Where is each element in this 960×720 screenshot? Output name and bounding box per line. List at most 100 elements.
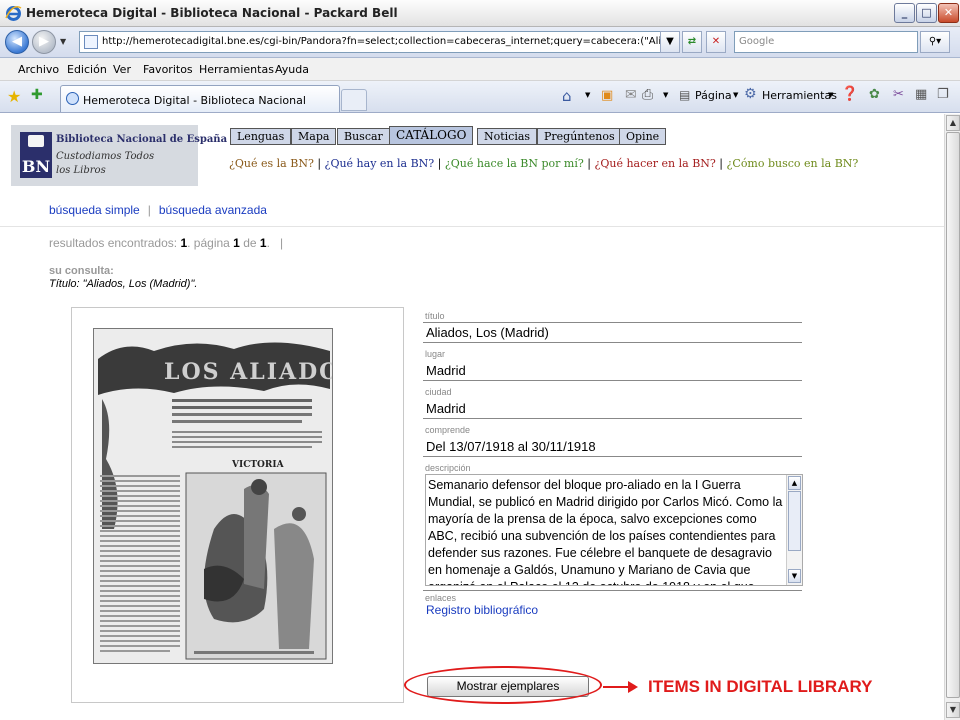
question-que-hacer[interactable]: ¿Qué hacer en la BN? bbox=[594, 157, 715, 170]
nav-opine[interactable]: Opine bbox=[619, 128, 667, 145]
question-que-es[interactable]: ¿Qué es la BN? bbox=[229, 157, 314, 170]
page-dropdown-icon[interactable]: ▼ bbox=[733, 91, 738, 99]
notes-icon[interactable]: ▦ bbox=[915, 87, 927, 102]
stop-icon[interactable]: ✕ bbox=[706, 31, 726, 53]
window-title-bar: Hemeroteca Digital - Biblioteca Nacional… bbox=[0, 0, 960, 27]
search-mode-links: búsqueda simple | búsqueda avanzada bbox=[49, 203, 267, 217]
question-como-busco[interactable]: ¿Cómo busco en la BN? bbox=[727, 157, 859, 170]
divider bbox=[0, 226, 944, 227]
tab-bar: ★ ✚ Hemeroteca Digital - Biblioteca Naci… bbox=[0, 81, 960, 113]
svg-text:LOS ALIADOS: LOS ALIADOS bbox=[164, 359, 333, 385]
titulo-label: título bbox=[425, 311, 445, 321]
research-icon[interactable]: ✿ bbox=[869, 87, 880, 102]
page-content: BN Biblioteca Nacional de España Custodi… bbox=[0, 114, 944, 720]
back-button[interactable]: ◀ bbox=[5, 30, 29, 54]
annotation-arrow-icon bbox=[628, 681, 638, 693]
search-icon[interactable]: ⚲▾ bbox=[920, 31, 950, 53]
nav-preguntenos[interactable]: Pregúntenos bbox=[537, 128, 622, 145]
registro-bibliografico-link[interactable]: Registro bibliográfico bbox=[426, 603, 538, 617]
tools-dropdown-icon[interactable]: ▼ bbox=[828, 91, 833, 99]
query-label: su consulta: bbox=[49, 265, 114, 277]
tab-page-icon bbox=[66, 92, 79, 105]
scroll-down-icon[interactable]: ▼ bbox=[788, 569, 801, 583]
bn-questions: ¿Qué es la BN? | ¿Qué hay en la BN? | ¿Q… bbox=[229, 157, 859, 170]
home-icon[interactable]: ⌂ bbox=[562, 87, 572, 105]
nav-mapa[interactable]: Mapa bbox=[291, 128, 337, 145]
menu-ayuda[interactable]: Ayuda bbox=[275, 63, 309, 76]
help-icon[interactable]: ❓ bbox=[841, 86, 858, 102]
address-url: http://hemerotecadigital.bne.es/cgi-bin/… bbox=[102, 36, 662, 47]
internet-explorer-icon bbox=[5, 6, 22, 21]
descripcion-label: descripción bbox=[425, 463, 471, 473]
print-dropdown-icon[interactable]: ▼ bbox=[663, 91, 668, 99]
svg-text:VICTORIA: VICTORIA bbox=[231, 460, 285, 470]
add-favorites-icon[interactable]: ✚ bbox=[31, 87, 43, 103]
query-value: Título: "Aliados, Los (Madrid)". bbox=[49, 278, 198, 290]
page-menu[interactable]: Página bbox=[695, 89, 732, 102]
page-icon bbox=[84, 35, 98, 49]
results-summary: resultados encontrados: 1. página 1 de 1… bbox=[49, 236, 284, 250]
menu-herramientas[interactable]: Herramientas bbox=[199, 63, 274, 76]
search-input[interactable]: Google bbox=[734, 31, 918, 53]
edit-icon[interactable]: ✂ bbox=[893, 87, 904, 102]
page-scroll-thumb[interactable] bbox=[946, 132, 960, 698]
menu-bar: Archivo Edición Ver Favoritos Herramient… bbox=[0, 58, 960, 81]
lugar-value: Madrid bbox=[426, 363, 466, 378]
descripcion-scrollbar[interactable]: ▲ ▼ bbox=[786, 475, 802, 585]
logo-name: Biblioteca Nacional de España bbox=[56, 134, 228, 145]
nav-catalogo[interactable]: CATÁLOGO bbox=[389, 126, 474, 145]
address-bar[interactable]: http://hemerotecadigital.bne.es/cgi-bin/… bbox=[79, 31, 667, 53]
ciudad-value: Madrid bbox=[426, 401, 466, 416]
recent-pages-dropdown-icon[interactable]: ▼ bbox=[60, 37, 66, 46]
nav-buscar[interactable]: Buscar bbox=[337, 128, 390, 145]
address-toolbar: ◀ ▶ ▼ http://hemerotecadigital.bne.es/cg… bbox=[0, 27, 960, 58]
lugar-label: lugar bbox=[425, 349, 446, 359]
nav-lenguas[interactable]: Lenguas bbox=[230, 128, 292, 145]
simple-search-link[interactable]: búsqueda simple bbox=[49, 203, 140, 217]
bn-mark: BN bbox=[20, 132, 52, 178]
comprende-value: Del 13/07/1918 al 30/11/1918 bbox=[426, 439, 596, 454]
new-tab-button[interactable] bbox=[341, 89, 367, 111]
titulo-underline bbox=[423, 322, 802, 323]
annotation-label: ITEMS IN DIGITAL LIBRARY bbox=[648, 677, 873, 696]
scroll-up-icon[interactable]: ▲ bbox=[788, 476, 801, 490]
menu-archivo[interactable]: Archivo bbox=[18, 63, 59, 76]
read-mail-icon[interactable]: ✉ bbox=[625, 87, 637, 103]
gear-icon: ⚙ bbox=[744, 86, 757, 102]
page-scroll-up-icon[interactable]: ▲ bbox=[946, 115, 960, 131]
menu-ver[interactable]: Ver bbox=[113, 63, 131, 76]
home-dropdown-icon[interactable]: ▼ bbox=[585, 91, 590, 99]
menu-favoritos[interactable]: Favoritos bbox=[143, 63, 193, 76]
favorites-star-icon[interactable]: ★ bbox=[7, 87, 21, 106]
annotation-arrow-line bbox=[603, 686, 631, 688]
descripcion-textarea[interactable]: Semanario defensor del bloque pro-aliado… bbox=[425, 474, 803, 586]
question-que-hay[interactable]: ¿Qué hay en la BN? bbox=[325, 157, 435, 170]
crown-icon bbox=[28, 135, 44, 147]
question-que-hace[interactable]: ¿Qué hace la BN por mí? bbox=[445, 157, 584, 170]
nav-noticias[interactable]: Noticias bbox=[477, 128, 538, 145]
copy-icon[interactable]: ❐ bbox=[937, 87, 949, 102]
newspaper-cover-image[interactable]: LOS ALIADOS VICTORIA bbox=[93, 328, 333, 664]
minimize-button[interactable]: _ bbox=[894, 3, 915, 23]
forward-button[interactable]: ▶ bbox=[32, 30, 56, 54]
comprende-label: comprende bbox=[425, 425, 471, 435]
newspaper-thumbnail-frame[interactable]: LOS ALIADOS VICTORIA bbox=[71, 307, 404, 703]
page-scroll-down-icon[interactable]: ▼ bbox=[946, 702, 960, 718]
window-title: Hemeroteca Digital - Biblioteca Nacional… bbox=[26, 6, 398, 20]
tab-hemeroteca[interactable]: Hemeroteca Digital - Biblioteca Nacional bbox=[60, 85, 340, 112]
scroll-thumb[interactable] bbox=[788, 491, 801, 551]
address-dropdown-button[interactable]: ▼ bbox=[660, 31, 680, 53]
logo-motto: Custodiamos Todos los Libros bbox=[56, 151, 155, 176]
page-scrollbar[interactable]: ▲ ▼ bbox=[944, 114, 960, 720]
tools-menu[interactable]: Herramientas bbox=[762, 89, 837, 102]
refresh-icon[interactable]: ⇄ bbox=[682, 31, 702, 53]
bne-logo[interactable]: BN Biblioteca Nacional de España Custodi… bbox=[11, 125, 227, 186]
advanced-search-link[interactable]: búsqueda avanzada bbox=[159, 203, 267, 217]
feeds-icon[interactable]: ▣ bbox=[601, 88, 613, 103]
descripcion-text: Semanario defensor del bloque pro-aliado… bbox=[428, 478, 783, 585]
menu-edicion[interactable]: Edición bbox=[67, 63, 107, 76]
print-icon[interactable]: ⎙ bbox=[642, 87, 653, 103]
close-button[interactable]: ✕ bbox=[938, 3, 959, 23]
maximize-button[interactable]: □ bbox=[916, 3, 937, 23]
page-menu-icon: ▤ bbox=[679, 88, 691, 102]
